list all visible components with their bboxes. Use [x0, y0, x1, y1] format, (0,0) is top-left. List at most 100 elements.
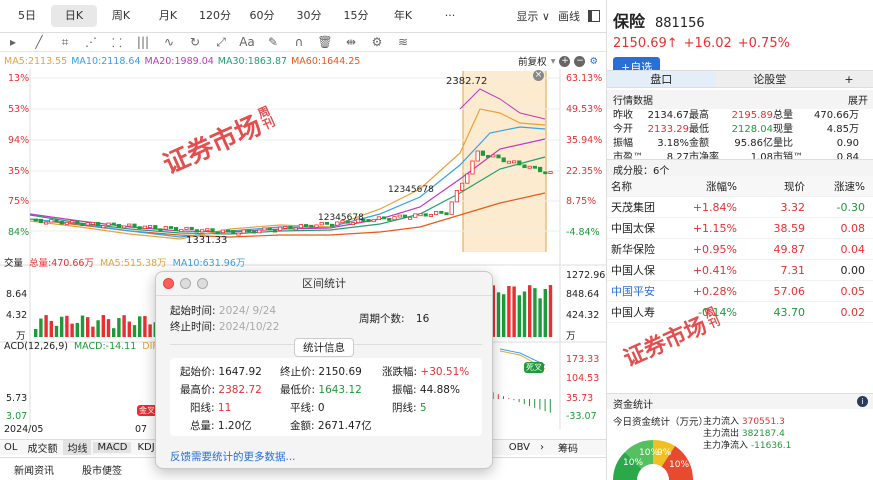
close-range-icon[interactable]: ×	[533, 70, 544, 81]
stock-row[interactable]: 中国人寿 -0.14% 43.70 0.02	[607, 302, 873, 323]
stock-price-cell: 49.87	[773, 242, 806, 256]
info-icon[interactable]: i	[857, 396, 868, 407]
close-icon[interactable]	[163, 278, 174, 289]
layers-icon[interactable]: ≋	[390, 35, 416, 49]
col-price[interactable]: 现价	[737, 179, 805, 194]
candle	[210, 228, 215, 233]
candle	[194, 229, 199, 233]
fuquan-select[interactable]: 前复权	[518, 54, 547, 68]
trash-icon[interactable]: 🗑	[312, 35, 338, 49]
stock-price-cell: 38.59	[773, 221, 806, 235]
candle	[277, 226, 283, 231]
ma-legend: MA5:2113.55 MA10:2118.64 MA20:1989.04 MA…	[4, 54, 598, 68]
tab-5day[interactable]: 5日	[4, 5, 50, 27]
bars-icon[interactable]: |||	[130, 35, 156, 49]
line-icon[interactable]: ╱	[26, 35, 52, 49]
ma20-value: MA20:1989.04	[144, 55, 214, 67]
add-tab-button[interactable]: +	[824, 71, 873, 87]
chevron-right-icon[interactable]: ›	[536, 442, 548, 453]
volume-bar	[507, 286, 511, 337]
display-menu[interactable]: 显示 ∨	[516, 8, 550, 24]
start-time-value[interactable]: 2024/ 9/24	[219, 305, 276, 317]
candle	[512, 160, 517, 164]
indicator-tab-obv[interactable]: OBV	[505, 442, 534, 453]
right-tick-2: 35.94%	[566, 135, 603, 146]
tab-order-book[interactable]: 盘口	[607, 71, 716, 87]
end-time-value[interactable]: 2024/10/22	[219, 321, 280, 333]
chart-settings-icon[interactable]: ⚙	[589, 56, 598, 67]
stock-row[interactable]: 中国太保 +1.15% 38.59 0.08	[607, 218, 873, 239]
col-pct[interactable]: 涨幅%	[667, 179, 737, 194]
cursor-icon[interactable]: ▸	[0, 35, 26, 49]
col-speed[interactable]: 涨速%	[805, 179, 865, 194]
sidebar-toggle-icon[interactable]	[588, 10, 600, 22]
sequence-label-2: 12345678	[388, 185, 434, 195]
chip-distribution-tab[interactable]: 筹码	[550, 440, 586, 455]
expand-button[interactable]: 展开	[848, 92, 868, 107]
stock-row[interactable]: 天茂集团 +1.84% 3.32 -0.30	[607, 197, 873, 218]
volume-bar	[60, 316, 64, 337]
feedback-link[interactable]: 反馈需要统计的更多数据...	[170, 449, 296, 464]
fan-icon[interactable]: ⋰	[78, 35, 104, 49]
tab-120min[interactable]: 120分	[192, 5, 238, 27]
zoom-in-icon[interactable]: +	[559, 55, 571, 67]
left-tick-4: 75%	[8, 196, 30, 207]
tab-more[interactable]: ···	[427, 5, 473, 27]
candle	[392, 216, 397, 221]
sequence-label: 12345678	[318, 213, 364, 223]
tab-15min[interactable]: 15分	[333, 5, 379, 27]
tab-daily-k[interactable]: 日K	[51, 5, 97, 27]
stock-row[interactable]: 中国人保 +0.41% 7.31 0.00	[607, 260, 873, 281]
macd-bar	[513, 399, 515, 401]
change-label: 涨跌幅:	[382, 366, 418, 378]
notes-tab[interactable]: 股市便签	[68, 462, 136, 477]
draw-line-button[interactable]: 画线	[558, 8, 580, 24]
volume-bar	[112, 328, 116, 337]
quote-value: 2134.67	[647, 110, 689, 121]
stock-pct: +0.75%	[737, 36, 790, 51]
news-tab[interactable]: 新闻资讯	[0, 462, 68, 477]
indicator-tab-vol[interactable]: OL	[0, 442, 21, 453]
macd-right-tick-2: 35.73	[566, 393, 594, 404]
price-row: 2150.69↑ +16.02 +0.75%	[607, 32, 873, 55]
measure-icon[interactable]: ⤢	[208, 35, 234, 50]
candle	[397, 214, 402, 218]
tab-monthly-k[interactable]: 月K	[145, 5, 191, 27]
move-icon[interactable]: ⇹	[338, 35, 364, 49]
right-tick-5: -4.84%	[566, 227, 600, 238]
stock-row[interactable]: 中国平安 +0.28% 57.06 0.05	[607, 281, 873, 302]
candle	[283, 225, 288, 229]
magnet-icon[interactable]: ∩	[286, 35, 312, 49]
cycle-icon[interactable]: ↻	[182, 35, 208, 49]
tab-weekly-k[interactable]: 周K	[98, 5, 144, 27]
volume-bar	[522, 291, 527, 337]
volume-value: 1.20亿	[217, 420, 252, 432]
candle	[38, 218, 44, 223]
crop-icon[interactable]: ⌗	[52, 35, 78, 50]
text-icon[interactable]: Aa	[234, 35, 260, 49]
settings-icon[interactable]: ⚙	[364, 35, 390, 49]
tab-yearly-k[interactable]: 年K	[380, 5, 426, 27]
stock-row[interactable]: 新华保险 +0.95% 49.87 0.04	[607, 239, 873, 260]
pattern-icon[interactable]: ⸬	[104, 34, 130, 51]
tab-forum[interactable]: 论股堂	[715, 71, 824, 87]
stats-info-button[interactable]: 统计信息	[294, 338, 354, 357]
zoom-out-icon[interactable]: −	[574, 55, 586, 67]
macd-label: ACD(12,26,9)	[4, 341, 68, 352]
tab-30min[interactable]: 30分	[286, 5, 332, 27]
fund-net-row: 主力净流入 -11636.1	[703, 438, 791, 451]
wave-icon[interactable]: ∿	[156, 35, 182, 49]
high-price-value: 2382.72	[218, 384, 262, 396]
stock-speed-cell: 0.05	[840, 284, 866, 298]
low-price-label: 1331.33	[186, 235, 228, 246]
pen-icon[interactable]: ✎	[260, 35, 286, 49]
indicator-tab-amount[interactable]: 成交额	[23, 440, 61, 455]
col-name[interactable]: 名称	[607, 179, 667, 194]
candle	[548, 171, 553, 174]
indicator-tab-macd[interactable]: MACD	[93, 442, 132, 453]
maximize-icon[interactable]	[197, 278, 208, 289]
quote-label: 今开	[613, 124, 633, 135]
minimize-icon[interactable]	[180, 278, 191, 289]
indicator-tab-ma[interactable]: 均线	[63, 440, 92, 455]
tab-60min[interactable]: 60分	[239, 5, 285, 27]
